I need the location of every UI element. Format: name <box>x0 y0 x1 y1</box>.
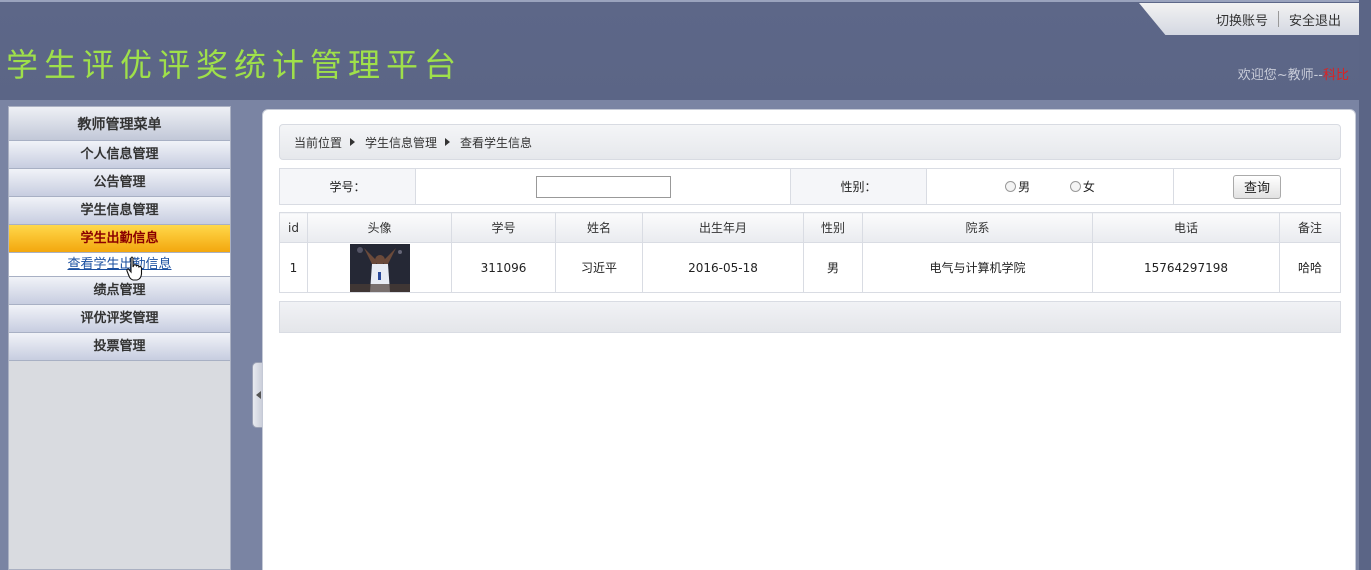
cell-name: 习近平 <box>555 242 643 293</box>
player-photo-icon <box>349 243 410 292</box>
sidebar-title: 教师管理菜单 <box>9 107 230 141</box>
breadcrumb-item: 查看学生信息 <box>460 135 533 150</box>
sidebar-item-attendance[interactable]: 学生出勤信息 <box>9 225 230 253</box>
top-links: 切换账号 安全退出 <box>1139 3 1359 35</box>
gender-female-radio[interactable]: 女 <box>1069 178 1095 195</box>
sidebar-item-awards[interactable]: 评优评奖管理 <box>9 305 230 333</box>
gender-label: 性别： <box>790 168 927 205</box>
welcome-user: 科比 <box>1322 68 1349 83</box>
col-header-phone: 电话 <box>1092 212 1280 243</box>
cell-department: 电气与计算机学院 <box>862 242 1093 293</box>
avatar <box>349 243 410 292</box>
col-header-id: id <box>279 212 308 243</box>
welcome-prefix: 欢迎您~教师-- <box>1237 68 1323 83</box>
cell-birth: 2016-05-18 <box>642 242 804 293</box>
sidebar-item-gpa[interactable]: 绩点管理 <box>9 277 230 305</box>
pagination-bar <box>279 301 1341 333</box>
cell-gender: 男 <box>803 242 863 293</box>
switch-account-link[interactable]: 切换账号 <box>1206 10 1278 29</box>
app-title: 学生评优评奖统计管理平台 <box>6 46 463 84</box>
table-row: 1 311096 习近平 2016-05-18 男 电气与计算机学院 15764… <box>279 242 1341 293</box>
header: 学生评优评奖统计管理平台 切换账号 安全退出 欢迎您~教师--科比 <box>0 0 1371 100</box>
breadcrumb-arrow-icon <box>445 138 451 146</box>
cell-student-no: 311096 <box>451 242 556 293</box>
col-header-avatar: 头像 <box>307 212 452 243</box>
hand-cursor-icon <box>126 256 143 281</box>
cell-avatar <box>307 242 452 293</box>
view-attendance-link[interactable]: 查看学生出勤信息 <box>67 257 171 272</box>
radio-circle-icon <box>1069 181 1081 192</box>
sidebar-subitem-view-attendance: 查看学生出勤信息 <box>9 253 230 277</box>
student-table: id 头像 学号 姓名 出生年月 性别 院系 电话 备注 1 311096 习近… <box>279 212 1341 293</box>
query-button[interactable]: 查询 <box>1232 174 1281 199</box>
student-no-input[interactable] <box>535 175 671 198</box>
window-edge <box>1359 0 1371 570</box>
search-form: 学号： 性别： 男 女 查询 <box>279 168 1341 205</box>
breadcrumb-arrow-icon <box>350 138 356 146</box>
main-panel: 当前位置 学生信息管理 查看学生信息 学号： 性别： 男 女 查询 id 头像 … <box>262 109 1356 570</box>
breadcrumb: 当前位置 学生信息管理 查看学生信息 <box>279 124 1341 160</box>
student-no-label: 学号： <box>279 168 416 205</box>
cell-id: 1 <box>279 242 308 293</box>
gender-cell: 男 女 <box>926 168 1174 205</box>
sidebar-item-voting[interactable]: 投票管理 <box>9 333 230 361</box>
gender-male-radio[interactable]: 男 <box>1005 178 1030 195</box>
col-header-gender: 性别 <box>803 212 863 243</box>
breadcrumb-item: 当前位置 <box>294 135 343 150</box>
cell-remark: 哈哈 <box>1279 242 1341 293</box>
sidebar-item-notices[interactable]: 公告管理 <box>9 169 230 197</box>
logout-link[interactable]: 安全退出 <box>1279 10 1351 29</box>
radio-circle-icon <box>1005 181 1017 192</box>
welcome-text: 欢迎您~教师--科比 <box>1238 64 1349 83</box>
breadcrumb-item: 学生信息管理 <box>365 135 438 150</box>
cell-phone: 15764297198 <box>1092 242 1280 293</box>
student-no-cell <box>415 168 791 205</box>
collapse-arrow-icon <box>255 391 261 399</box>
col-header-birth: 出生年月 <box>642 212 804 243</box>
sidebar-item-student-info[interactable]: 学生信息管理 <box>9 197 230 225</box>
query-cell: 查询 <box>1173 168 1341 205</box>
col-header-student-no: 学号 <box>451 212 556 243</box>
table-header-row: id 头像 学号 姓名 出生年月 性别 院系 电话 备注 <box>279 212 1341 243</box>
gender-female-label: 女 <box>1082 180 1095 194</box>
sidebar: 教师管理菜单 个人信息管理 公告管理 学生信息管理 学生出勤信息 查看学生出勤信… <box>8 106 231 570</box>
col-header-remark: 备注 <box>1279 212 1341 243</box>
col-header-name: 姓名 <box>555 212 643 243</box>
sidebar-item-personal-info[interactable]: 个人信息管理 <box>9 141 230 169</box>
col-header-department: 院系 <box>862 212 1093 243</box>
gender-male-label: 男 <box>1018 180 1031 194</box>
